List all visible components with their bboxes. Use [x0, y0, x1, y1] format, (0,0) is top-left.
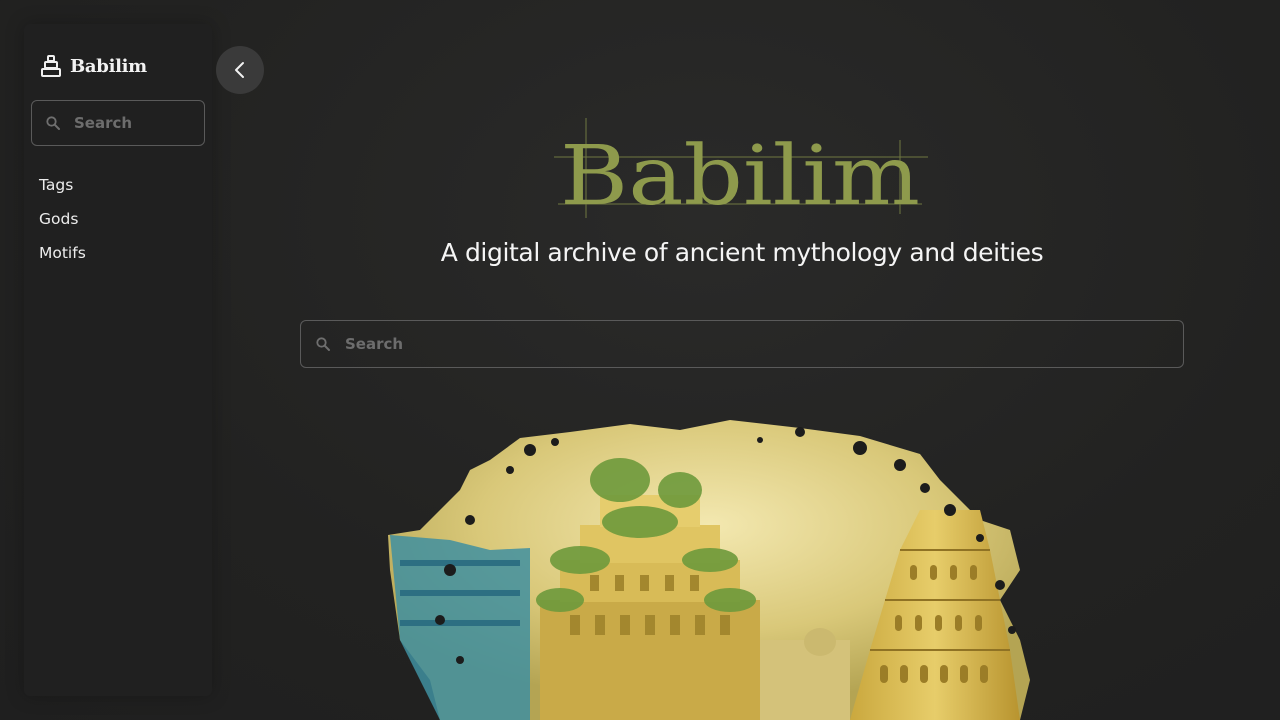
babilim-logo: Babilim	[554, 118, 928, 224]
sidebar-search-field[interactable]	[31, 100, 205, 146]
main-search-field[interactable]	[300, 320, 1184, 368]
sidebar-nav: Tags Gods Motifs	[39, 168, 86, 270]
chevron-left-icon	[235, 62, 244, 78]
babylon-illustration	[388, 420, 1030, 720]
brand-name: Babilim	[70, 55, 147, 77]
sidebar-search-input[interactable]	[72, 113, 204, 133]
collapse-sidebar-button[interactable]	[216, 46, 264, 94]
hero-subtitle: A digital archive of ancient mythology a…	[440, 238, 1044, 267]
page: Babilim Tags Gods Motifs Babilim A di	[0, 0, 1280, 720]
ziggurat-icon	[41, 55, 61, 77]
sidebar: Babilim Tags Gods Motifs	[24, 24, 212, 696]
sidebar-item-gods[interactable]: Gods	[39, 202, 86, 236]
sidebar-item-motifs[interactable]: Motifs	[39, 236, 86, 270]
logo-text: Babilim	[560, 129, 920, 224]
main-search-input[interactable]	[343, 334, 1183, 354]
sidebar-item-tags[interactable]: Tags	[39, 168, 86, 202]
brand[interactable]: Babilim	[40, 54, 147, 78]
search-icon	[46, 116, 60, 130]
search-icon	[316, 337, 330, 351]
